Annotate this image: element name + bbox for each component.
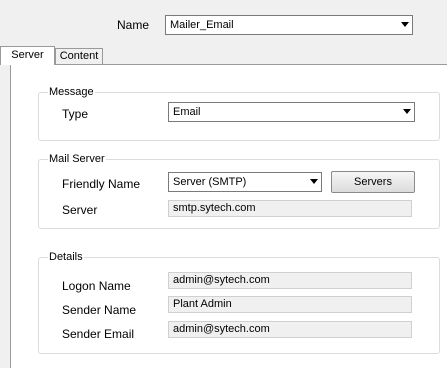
- friendly-name-dropdown[interactable]: Server (SMTP): [168, 172, 322, 192]
- details-group-title: Details: [48, 251, 84, 264]
- server-label: Server: [62, 203, 98, 217]
- sender-name-label: Sender Name: [62, 303, 137, 317]
- logon-name-field[interactable]: admin@sytech.com: [168, 272, 412, 289]
- chevron-down-icon: [310, 179, 318, 184]
- sender-email-field[interactable]: admin@sytech.com: [168, 321, 412, 338]
- type-dropdown-value: Email: [173, 106, 201, 118]
- friendly-name-label: Friendly Name: [62, 177, 141, 191]
- type-dropdown[interactable]: Email: [168, 102, 415, 122]
- server-field[interactable]: smtp.sytech.com: [168, 200, 412, 217]
- friendly-name-dropdown-value: Server (SMTP): [173, 176, 247, 188]
- tab-server[interactable]: Server: [0, 46, 55, 65]
- name-dropdown-value: Mailer_Email: [170, 19, 234, 31]
- tab-content[interactable]: Content: [55, 48, 103, 64]
- name-label: Name: [117, 18, 150, 32]
- mailer-config-window: Name Mailer_Email Server Content Message…: [0, 0, 447, 368]
- chevron-down-icon: [401, 22, 409, 27]
- mail-server-group-title: Mail Server: [48, 153, 106, 166]
- sender-name-field[interactable]: Plant Admin: [168, 296, 412, 313]
- type-label: Type: [62, 107, 89, 121]
- logon-name-label: Logon Name: [62, 279, 131, 293]
- mail-server-group: [38, 159, 440, 229]
- server-tab-panel: Message Type Email Mail Server Friendly …: [10, 64, 447, 368]
- message-group-title: Message: [48, 86, 95, 99]
- name-dropdown[interactable]: Mailer_Email: [165, 15, 413, 35]
- sender-email-label: Sender Email: [62, 327, 135, 341]
- chevron-down-icon: [403, 109, 411, 114]
- servers-button[interactable]: Servers: [331, 171, 415, 193]
